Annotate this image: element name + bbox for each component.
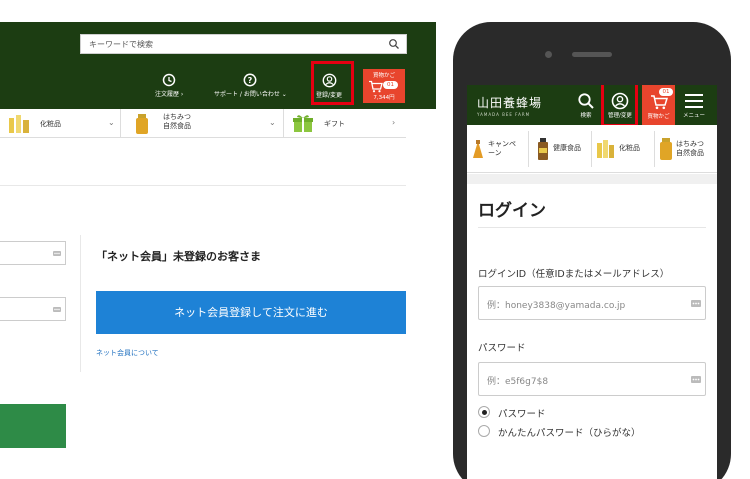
mobile-header: 山田養蜂場 YAMADA BEE FARM 検索 管理/変更 買物かご 01 メ…	[467, 85, 717, 125]
login-id-input[interactable]: 例：honey3838@yamada.co.jp	[478, 286, 706, 320]
mobile-cat-honey-line1: はちみつ	[676, 140, 704, 148]
cart-icon	[369, 80, 383, 93]
login-id-label: ログインID（任意IDまたはメールアドレス）	[478, 269, 670, 280]
nav-label-cosmetics: 化粧品	[40, 120, 61, 128]
login-id-input-partial[interactable]	[0, 241, 66, 265]
mobile-cat-cosmetics-label: 化粧品	[619, 144, 640, 152]
register-section-title: 「ネット会員」未登録のお客さま	[96, 250, 261, 263]
cart-icon	[650, 95, 668, 110]
account-highlight-box	[311, 61, 354, 105]
radio-easy-password[interactable]	[478, 425, 490, 437]
search-icon[interactable]	[388, 38, 400, 50]
mobile-cat-honey-label: はちみつ 自然食品	[676, 140, 704, 158]
mobile-cat-campaign-line2: ーン	[488, 149, 502, 157]
about-net-member-link[interactable]: ネット会員について	[96, 348, 159, 358]
nav-label-gift: ギフト	[324, 120, 345, 128]
mobile-screen: 山田養蜂場 YAMADA BEE FARM 検索 管理/変更 買物かご 01 メ…	[467, 85, 717, 479]
mobile-menu-button[interactable]: メニュー	[683, 92, 705, 119]
mobile-cat-honey-line2: 自然食品	[676, 149, 704, 157]
chevron-down-icon: ⌄	[269, 118, 276, 127]
mobile-cat-health-label: 健康食品	[553, 144, 581, 152]
camera-dot	[545, 51, 552, 58]
nav-item-honey[interactable]: はちみつ 自然食品 ⌄	[121, 109, 283, 138]
register-and-checkout-button[interactable]: ネット会員登録して注文に進む	[96, 291, 406, 334]
mobile-cart-count-badge: 01	[659, 88, 673, 96]
nav-label-honey-line1: はちみつ	[163, 113, 191, 121]
radio-password-label: パスワード	[498, 409, 546, 420]
order-history-label: 注文履歴 ›	[155, 91, 184, 98]
mobile-cat-campaign-label: キャンペ ーン	[488, 140, 516, 158]
desktop-view: キーワードで検索 注文履歴 › ? サポート / お問い合わせ ⌄ 登録/変更 …	[0, 0, 436, 479]
column-divider	[80, 235, 81, 372]
section-divider	[0, 185, 406, 186]
password-input-partial[interactable]	[0, 297, 66, 321]
mobile-cat-cosmetics[interactable]: 化粧品	[592, 125, 654, 173]
chevron-down-icon: ⌄	[108, 118, 115, 127]
dots-icon	[53, 251, 61, 256]
mobile-menu-label: メニュー	[683, 113, 706, 119]
desktop-cart-button[interactable]: 買物かご 01 7,344円	[363, 69, 405, 103]
gift-icon	[293, 115, 313, 132]
cosmetics-product-icon	[597, 140, 614, 158]
desktop-category-nav: 化粧品 ⌄ はちみつ 自然食品 ⌄ ギフト ›	[0, 109, 406, 138]
support-link[interactable]: ? サポート / お問い合わせ ⌄	[214, 73, 287, 98]
radio-easy-password-label: かんたんパスワード（ひらがな）	[498, 428, 641, 439]
cart-count-badge: 01	[383, 81, 398, 89]
health-product-icon	[538, 138, 548, 160]
search-placeholder: キーワードで検索	[89, 40, 153, 49]
mobile-search-label: 検索	[580, 113, 592, 119]
clock-history-icon	[162, 73, 176, 87]
password-input[interactable]: 例：e5f6g7$8	[478, 362, 706, 396]
search-icon	[578, 93, 594, 109]
dots-icon	[53, 307, 61, 312]
login-title-divider	[478, 227, 706, 228]
order-history-link[interactable]: 注文履歴 ›	[155, 73, 183, 98]
login-id-placeholder: 例：honey3838@yamada.co.jp	[487, 301, 626, 311]
chevron-right-icon: ›	[392, 118, 396, 127]
mobile-cat-campaign-line1: キャンペ	[488, 140, 516, 148]
cart-label: 買物かご	[372, 73, 395, 79]
speaker-grille	[572, 52, 612, 57]
mobile-account-highlight-box	[601, 85, 638, 127]
cart-total: 7,344円	[373, 95, 395, 101]
nav-label-honey: はちみつ 自然食品	[163, 113, 191, 131]
mobile-cart-button[interactable]: 買物かご 01	[642, 85, 675, 125]
password-placeholder: 例：e5f6g7$8	[487, 377, 549, 387]
desktop-search-input[interactable]: キーワードで検索	[80, 34, 407, 54]
mobile-cat-campaign[interactable]: キャンペ ーン	[467, 125, 528, 173]
mobile-category-nav: キャンペ ーン 健康食品 化粧品 はちみつ 自然食品	[467, 125, 717, 173]
mobile-cart-label: 買物かご	[647, 114, 670, 120]
password-label: パスワード	[478, 343, 526, 354]
nav-item-cosmetics[interactable]: 化粧品 ⌄	[0, 109, 120, 138]
mobile-gray-band	[467, 174, 717, 184]
menu-icon	[685, 94, 703, 108]
login-button-partial[interactable]	[0, 404, 66, 448]
radio-password[interactable]	[478, 406, 490, 418]
mobile-search-button[interactable]: 検索	[577, 92, 595, 119]
mobile-logo-sub: YAMADA BEE FARM	[477, 112, 531, 117]
dots-icon	[691, 376, 701, 383]
mobile-cat-honey[interactable]: はちみつ 自然食品	[655, 125, 717, 173]
campaign-product-icon	[473, 140, 483, 158]
honey-jar-icon	[660, 138, 672, 160]
mobile-cat-health[interactable]: 健康食品	[529, 125, 591, 173]
login-title: ログイン	[478, 201, 546, 221]
dots-icon	[691, 300, 701, 307]
support-label: サポート / お問い合わせ ⌄	[214, 91, 287, 98]
cosmetics-product-icon	[9, 115, 29, 133]
question-circle-icon: ?	[243, 73, 257, 87]
nav-item-gift[interactable]: ギフト ›	[284, 109, 406, 138]
phone-mockup: 山田養蜂場 YAMADA BEE FARM 検索 管理/変更 買物かご 01 メ…	[453, 22, 731, 479]
honey-jar-icon	[136, 114, 148, 134]
nav-label-honey-line2: 自然食品	[163, 122, 191, 130]
mobile-logo[interactable]: 山田養蜂場	[477, 94, 542, 111]
svg-text:?: ?	[248, 76, 253, 85]
